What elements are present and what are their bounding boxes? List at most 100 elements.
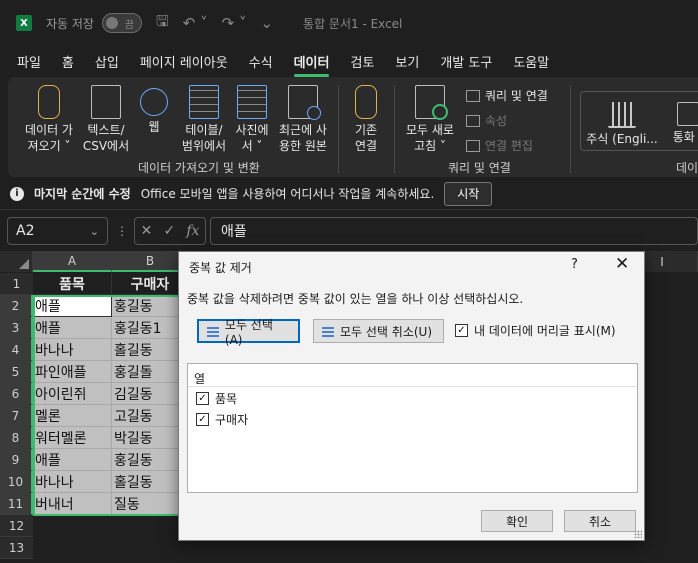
from-picture-label: 사진에 서 ˅ bbox=[235, 123, 269, 153]
column-checkbox-buyer[interactable]: ✓ 구매자 bbox=[196, 411, 248, 428]
insert-function-icon[interactable]: fx bbox=[186, 223, 199, 239]
start-button[interactable]: 시작 bbox=[444, 181, 493, 206]
row-header-11[interactable]: 11 bbox=[0, 493, 33, 515]
enter-icon[interactable]: ✓ bbox=[163, 223, 175, 239]
resize-grip-icon[interactable] bbox=[634, 530, 642, 538]
autosave-toggle[interactable]: 끔 bbox=[101, 13, 142, 33]
stocks-label: 주식 (Engli... bbox=[586, 132, 658, 146]
cell-a3[interactable]: 애플 bbox=[33, 317, 112, 339]
properties-button[interactable]: 속성 bbox=[466, 112, 507, 129]
ribbon-separator bbox=[570, 85, 571, 173]
get-data-button[interactable]: 데이터 가 져오기 ˅ bbox=[14, 85, 84, 154]
select-all-button[interactable]: 모두 선택(A) bbox=[197, 318, 300, 347]
from-web-label: 웹 bbox=[148, 120, 160, 134]
save-icon[interactable]: 🖫 bbox=[156, 11, 169, 36]
tab-review[interactable]: 검토 bbox=[350, 52, 374, 71]
existing-connections-button[interactable]: 기존 연결 bbox=[346, 85, 386, 154]
cell-a6[interactable]: 아이린쥐 bbox=[33, 383, 112, 405]
cell-a11[interactable]: 버내너 bbox=[33, 493, 112, 515]
help-icon[interactable]: ? bbox=[571, 257, 578, 272]
refresh-all-label: 모두 새로 고침 ˅ bbox=[406, 123, 454, 153]
cell-a10[interactable]: 바나나 bbox=[33, 471, 112, 493]
row-header-7[interactable]: 7 bbox=[0, 405, 33, 427]
row-header-5[interactable]: 5 bbox=[0, 361, 33, 383]
cell-a1[interactable]: 품목 bbox=[33, 273, 112, 295]
chevron-down-icon[interactable]: ⌄ bbox=[90, 225, 99, 238]
row-header-13[interactable]: 13 bbox=[0, 537, 33, 559]
headers-checkbox[interactable]: ✓ 내 데이터에 머리글 표시(M) bbox=[455, 322, 616, 339]
formula-bar: A2 ⌄ ⋮ ✕ ✓ fx 애플 bbox=[0, 215, 698, 247]
cell-a4[interactable]: 바나나 bbox=[33, 339, 112, 361]
cancel-button[interactable]: 취소 bbox=[564, 510, 636, 532]
row-header-10[interactable]: 10 bbox=[0, 471, 33, 493]
row-header-8[interactable]: 8 bbox=[0, 427, 33, 449]
cell-a7[interactable]: 멜론 bbox=[33, 405, 112, 427]
columns-list: 열 ✓ 품목 ✓ 구매자 bbox=[187, 363, 638, 493]
text-file-icon bbox=[91, 85, 121, 119]
ok-button[interactable]: 확인 bbox=[481, 510, 553, 532]
currency-button[interactable]: 통화 ( bbox=[663, 96, 698, 145]
column-header-a[interactable]: A bbox=[33, 251, 112, 272]
tab-view[interactable]: 보기 bbox=[395, 52, 419, 71]
formula-input[interactable]: 애플 bbox=[210, 217, 698, 245]
checkbox-checked-icon: ✓ bbox=[455, 324, 468, 337]
database-icon bbox=[38, 85, 60, 119]
group-data-types-label: 데이 bbox=[676, 161, 698, 175]
refresh-all-button[interactable]: 모두 새로 고침 ˅ bbox=[400, 85, 460, 154]
row-header-4[interactable]: 4 bbox=[0, 339, 33, 361]
stocks-button[interactable]: 주식 (Engli... bbox=[585, 96, 659, 147]
tab-page-layout[interactable]: 페이지 레이아웃 bbox=[140, 52, 228, 71]
more-options-icon[interactable]: ⋮ bbox=[116, 224, 128, 238]
row-header-9[interactable]: 9 bbox=[0, 449, 33, 471]
column-name: 구매자 bbox=[215, 413, 249, 427]
columns-list-header: 열 bbox=[194, 372, 206, 386]
cell-a8[interactable]: 워터멜론 bbox=[33, 427, 112, 449]
name-box-value: A2 bbox=[16, 223, 35, 239]
name-box[interactable]: A2 ⌄ bbox=[7, 217, 108, 245]
from-table-range-label: 테이블/ 범위에서 bbox=[181, 123, 227, 153]
from-web-button[interactable]: 웹 bbox=[136, 85, 172, 135]
tab-formulas[interactable]: 수식 bbox=[249, 52, 273, 71]
title-bar: X 자동 저장 끔 🖫 ↶ ˅ ↷ ˅ ⌄ 통합 문서1 - Excel bbox=[0, 0, 698, 46]
recent-file-icon bbox=[288, 85, 321, 120]
from-text-csv-button[interactable]: 텍스트/ CSV에서 bbox=[78, 85, 134, 154]
row-header-2[interactable]: 2 bbox=[0, 295, 33, 317]
properties-label: 속성 bbox=[485, 114, 508, 128]
edit-links-icon bbox=[466, 139, 480, 152]
row-header-6[interactable]: 6 bbox=[0, 383, 33, 405]
currency-label: 통화 ( bbox=[672, 130, 698, 144]
row-header-1[interactable]: 1 bbox=[0, 273, 33, 295]
checkbox-checked-icon: ✓ bbox=[196, 413, 209, 426]
cancel-icon[interactable]: ✕ bbox=[141, 223, 153, 239]
redo-icon[interactable]: ↷ ˅ bbox=[222, 14, 247, 32]
info-icon: i bbox=[10, 186, 24, 201]
tab-help[interactable]: 도움말 bbox=[513, 52, 549, 71]
customize-qat-icon[interactable]: ⌄ bbox=[260, 14, 273, 32]
select-all-corner[interactable] bbox=[0, 251, 33, 272]
refresh-icon bbox=[415, 85, 448, 120]
cell-a9[interactable]: 애플 bbox=[33, 449, 112, 471]
column-checkbox-item[interactable]: ✓ 품목 bbox=[196, 390, 237, 407]
tab-data[interactable]: 데이터 bbox=[293, 52, 329, 77]
from-picture-button[interactable]: 사진에 서 ˅ bbox=[230, 85, 274, 154]
row-header-12[interactable]: 12 bbox=[0, 515, 33, 537]
edit-links-button[interactable]: 연결 편집 bbox=[466, 137, 533, 154]
undo-icon[interactable]: ↶ ˅ bbox=[183, 14, 208, 32]
tab-file[interactable]: 파일 bbox=[17, 52, 41, 71]
unselect-all-button[interactable]: 모두 선택 취소(U) bbox=[313, 319, 444, 343]
cell-a2[interactable]: 애플 bbox=[33, 295, 112, 317]
autosave-state: 끔 bbox=[124, 20, 134, 31]
document-title: 통합 문서1 - Excel bbox=[303, 16, 403, 31]
cell-a5[interactable]: 파인애플 bbox=[33, 361, 112, 383]
recent-sources-button[interactable]: 최근에 사 용한 원본 bbox=[272, 85, 334, 154]
from-table-range-button[interactable]: 테이블/ 범위에서 bbox=[176, 85, 232, 154]
headers-checkbox-label: 내 데이터에 머리글 표시(M) bbox=[474, 324, 616, 338]
tab-insert[interactable]: 삽입 bbox=[95, 52, 119, 71]
row-header-3[interactable]: 3 bbox=[0, 317, 33, 339]
queries-connections-button[interactable]: 쿼리 및 연결 bbox=[466, 87, 548, 104]
tab-home[interactable]: 홈 bbox=[62, 52, 74, 71]
tab-developer[interactable]: 개발 도구 bbox=[440, 52, 492, 71]
currency-icon bbox=[677, 102, 698, 126]
close-icon[interactable]: ✕ bbox=[615, 254, 629, 274]
list-divider bbox=[188, 386, 637, 387]
